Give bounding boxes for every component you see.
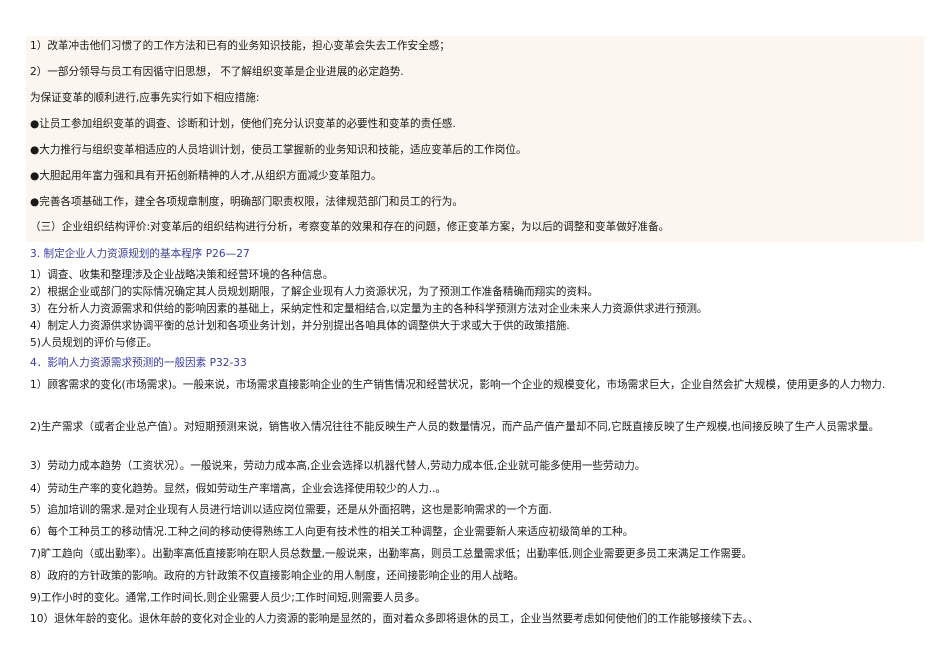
section-heading-3: 3. 制定企业人力资源规划的基本程序 P26—27 <box>30 248 250 260</box>
factor-6: 6）每个工种员工的移动情况.工种之间的移动使得熟练工人向更有技术性的相关工种调整… <box>30 526 634 538</box>
procedure-step-1: 1）调查、收集和整理涉及企业战略决策和经营环境的各种信息。 <box>30 269 334 281</box>
factor-3: 3）劳动力成本趋势（工资状况）。一般说来，劳动力成本高,企业会选择以机器代替人,… <box>30 460 646 472</box>
document-page: 1）改革冲击他们习惯了的工作方法和已有的业务知识技能，担心变革会失去工作安全感；… <box>0 0 950 672</box>
factor-2: 2)生产需求（或者企业总产值）。对短期预测来说，销售收入情况往往不能反映生产人员… <box>30 421 880 433</box>
bullet-participation: ●让员工参加组织变革的调查、诊断和计划，使他们充分认识变革的必要性和变革的责任感… <box>30 118 456 130</box>
factor-7: 7)旷工趋向（或出勤率）。出勤率高低直接影响在职人员总数量,一般说来，出勤率高，… <box>30 548 753 560</box>
bullet-training: ●大力推行与组织变革相适应的人员培训计划，使员工掌握新的业务知识和技能，适应变革… <box>30 144 527 156</box>
factor-4: 4）劳动生产率的变化趋势。显然，假如劳动生产率增高，企业会选择使用较少的人力..… <box>30 483 447 495</box>
factor-1: 1）顾客需求的变化(市场需求)。一般来说，市场需求直接影响企业的生产销售情况和经… <box>30 379 886 391</box>
factor-5: 5）追加培训的需求.是对企业现有人员进行培训以适应岗位需要，还是从外面招聘，这也… <box>30 504 552 516</box>
factor-8: 8）政府的方针政策的影响。政府的方针政策不仅直接影响企业的用人制度，还间接影响企… <box>30 570 525 582</box>
bullet-regulations: ●完善各项基础工作，建全各项规章制度，明确部门职责权限，法律规范部门和员工的行为… <box>30 196 463 208</box>
section-heading-4: 4．影响人力资源需求预测的一般因素 P32-33 <box>30 357 247 369</box>
paragraph-measures-intro: 为保证变革的顺利进行,应事先实行如下相应措施: <box>30 92 260 104</box>
factor-10: 10）退休年龄的变化。退休年龄的变化对企业的人力资源的影响是显然的，面对着众多即… <box>30 613 759 625</box>
paragraph-structure-evaluation: （三）企业组织结构评价:对变革后的组织结构进行分析，考察变革的效果和存在的问题，… <box>30 221 670 233</box>
procedure-step-5: 5)人员规划的评价与修正。 <box>30 337 158 349</box>
paragraph-resistance-1: 1）改革冲击他们习惯了的工作方法和已有的业务知识技能，担心变革会失去工作安全感； <box>30 40 450 52</box>
procedure-step-3: 3）在分析人力资源需求和供给的影响因素的基础上，采纳定性和定量相结合,以定量为主… <box>30 303 708 315</box>
bullet-talent: ●大胆起用年富力强和具有开拓创新精神的人才,从组织方面减少变革阻力。 <box>30 170 382 182</box>
factor-9: 9)工作小时的变化。通常,工作时间长,则企业需要人员少;工作时间短,则需要人员多… <box>30 592 426 604</box>
procedure-step-4: 4）制定人力资源供求协调平衡的总计划和各项业务计划，并分别提出各咱具体的调整供大… <box>30 320 570 332</box>
procedure-step-2: 2）根据企业或部门的实际情况确定其人员规划期限，了解企业现有人力资源状况，为了预… <box>30 286 599 298</box>
paragraph-resistance-2: 2）一部分领导与员工有因循守旧思想， 不了解组织变革是企业进展的必定趋势. <box>30 66 404 78</box>
